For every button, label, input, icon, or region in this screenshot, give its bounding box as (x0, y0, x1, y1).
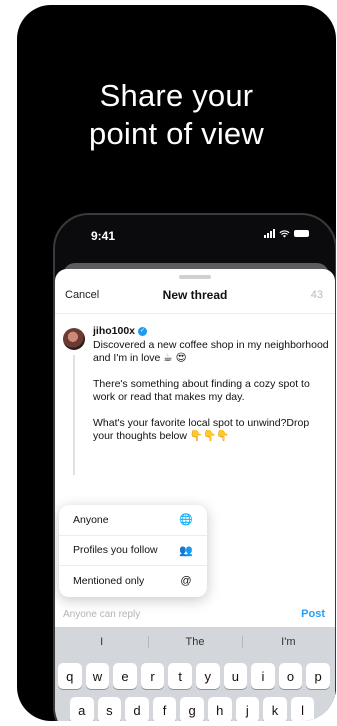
key-a[interactable]: a (70, 697, 94, 721)
battery-icon (294, 230, 309, 237)
key-j[interactable]: j (235, 697, 260, 721)
sheet-header: Cancel New thread 43 (55, 283, 335, 307)
phone-frame: 9:41 Cancel New thread 43 jiho100x ✓ Dis… (53, 213, 336, 721)
key-row-2: a s d f g h j k l (55, 697, 335, 721)
key-i[interactable]: i (251, 663, 275, 689)
people-icon: 👥 (179, 544, 193, 557)
key-w[interactable]: w (85, 663, 110, 689)
post-text-paragraph-3[interactable]: What's your favorite local spot to unwin… (93, 417, 329, 443)
keyboard-suggestions: I The I'm (55, 627, 335, 657)
keyboard: I The I'm q w e r t y u i o p a s d f g … (55, 627, 335, 721)
username-row: jiho100x ✓ (93, 325, 329, 338)
key-e[interactable]: e (113, 663, 137, 689)
key-h[interactable]: h (207, 697, 232, 721)
avatar (63, 328, 85, 350)
key-l[interactable]: l (290, 697, 315, 721)
post-button[interactable]: Post (301, 608, 325, 620)
key-g[interactable]: g (180, 697, 204, 721)
globe-icon: 🌐 (179, 514, 193, 527)
signal-icon (264, 229, 275, 238)
headline: Share your point of view (17, 77, 336, 153)
post-text-paragraph-1[interactable]: Discovered a new coffee shop in my neigh… (93, 339, 329, 365)
key-row-1: q w e r t y u i o p (55, 663, 335, 689)
key-s[interactable]: s (97, 697, 122, 721)
suggestion-2[interactable]: The (148, 627, 241, 657)
promo-card: Share your point of view 9:41 Cancel New… (17, 5, 336, 721)
menu-item-anyone[interactable]: Anyone 🌐 (59, 505, 207, 536)
menu-item-mentioned-only[interactable]: Mentioned only @ (59, 566, 207, 597)
key-r[interactable]: r (140, 663, 165, 689)
status-time: 9:41 (91, 229, 116, 243)
menu-item-label: Profiles you follow (73, 544, 158, 557)
wifi-icon (279, 229, 290, 238)
menu-item-label: Anyone (73, 513, 109, 526)
reply-audience-menu: Anyone 🌐 Profiles you follow 👥 Mentioned… (59, 505, 207, 597)
reply-row: Anyone can reply Post (55, 608, 335, 623)
key-f[interactable]: f (152, 697, 177, 721)
sheet-grabber[interactable] (179, 275, 211, 279)
status-bar: 9:41 (55, 215, 335, 259)
key-y[interactable]: y (195, 663, 220, 689)
headline-line-2: point of view (89, 116, 264, 151)
post-composer[interactable]: jiho100x ✓ Discovered a new coffee shop … (93, 325, 329, 443)
key-t[interactable]: t (168, 663, 192, 689)
character-count: 43 (310, 289, 323, 301)
key-o[interactable]: o (278, 663, 303, 689)
username: jiho100x (93, 325, 136, 337)
post-text-paragraph-2[interactable]: There's something about finding a cozy s… (93, 378, 329, 404)
new-thread-sheet: Cancel New thread 43 jiho100x ✓ Discover… (55, 269, 335, 721)
key-u[interactable]: u (223, 663, 248, 689)
header-divider (55, 313, 335, 314)
headline-line-1: Share your (99, 78, 254, 113)
menu-item-profiles-you-follow[interactable]: Profiles you follow 👥 (59, 536, 207, 567)
thread-line (73, 355, 75, 475)
key-q[interactable]: q (58, 663, 82, 689)
key-d[interactable]: d (125, 697, 149, 721)
suggestion-3[interactable]: I'm (241, 627, 335, 657)
reply-permission-button[interactable]: Anyone can reply (63, 609, 140, 620)
verified-badge-icon: ✓ (138, 327, 148, 336)
status-icons (264, 229, 309, 238)
key-k[interactable]: k (263, 697, 287, 721)
suggestion-1[interactable]: I (55, 627, 148, 657)
at-icon: @ (180, 575, 192, 588)
sheet-title: New thread (162, 288, 228, 302)
key-p[interactable]: p (306, 663, 330, 689)
menu-item-label: Mentioned only (73, 575, 145, 588)
